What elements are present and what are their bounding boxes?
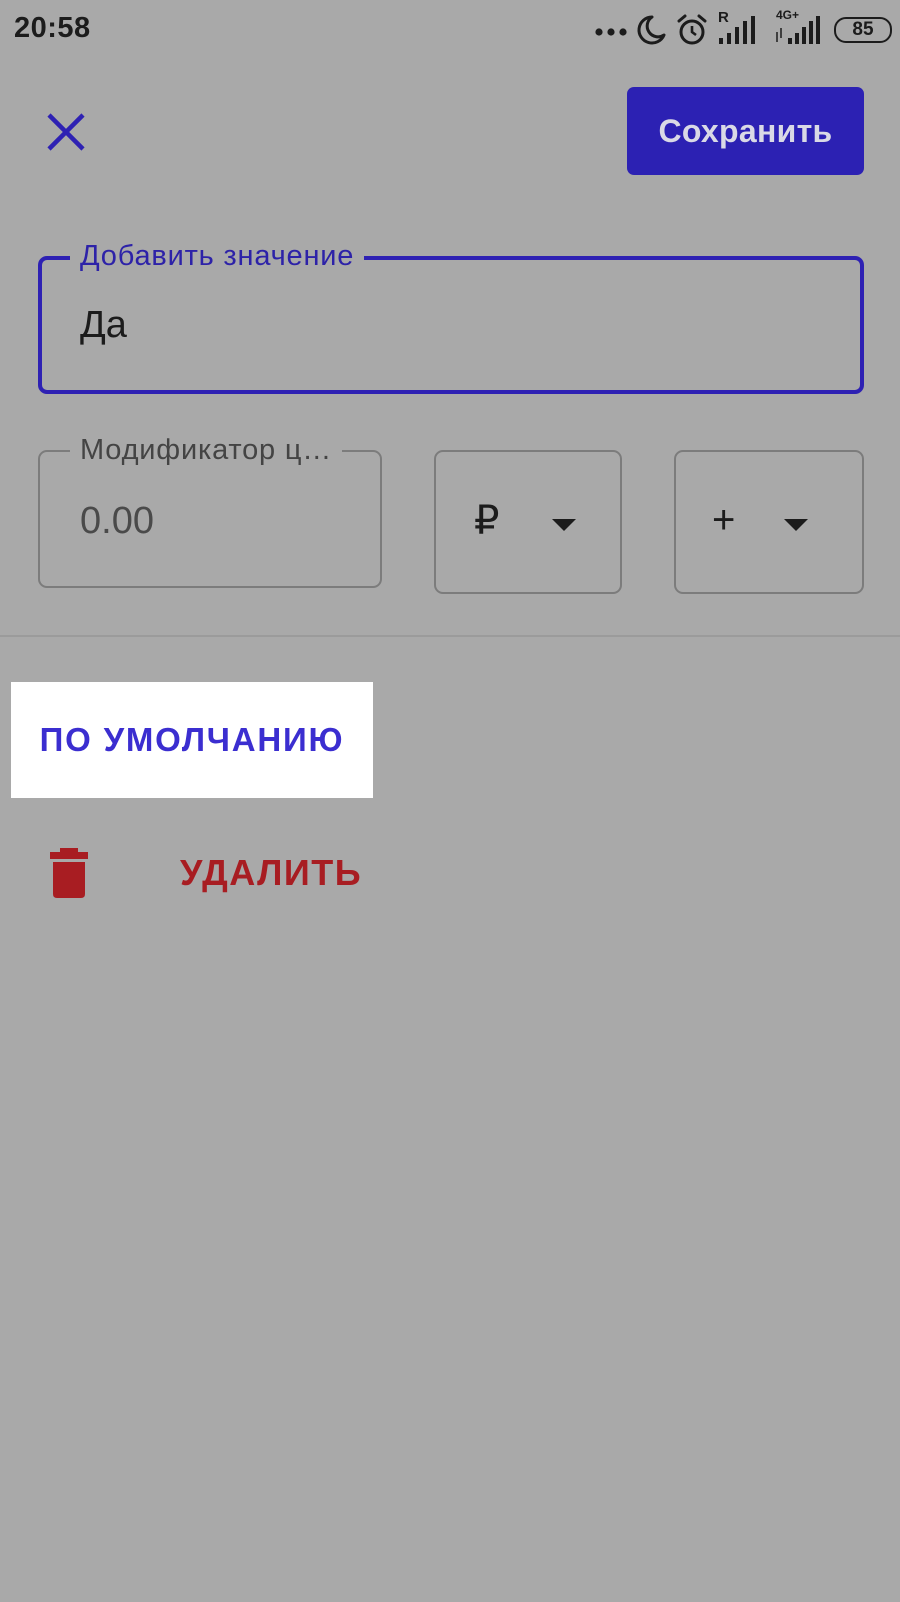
price-modifier-field[interactable]: Модификатор ц… 0.00 bbox=[38, 432, 382, 588]
sign-select-value: + bbox=[712, 498, 736, 542]
delete-label: УДАЛИТЬ bbox=[180, 852, 363, 893]
more-dots-icon bbox=[595, 28, 627, 36]
trash-icon bbox=[50, 848, 88, 898]
caret-down-icon bbox=[552, 519, 576, 531]
close-icon bbox=[47, 113, 85, 151]
caret-down-icon bbox=[784, 519, 808, 531]
status-icons: R 4G+ 85 bbox=[594, 8, 892, 50]
sign-select[interactable]: + bbox=[674, 450, 864, 594]
value-field-label: Добавить значение bbox=[70, 238, 365, 274]
currency-select-value: ₽ bbox=[474, 499, 500, 543]
save-button[interactable]: Сохранить bbox=[627, 87, 864, 175]
signal-roaming-icon: R bbox=[716, 9, 756, 48]
signal-4g-icon: 4G+ bbox=[774, 8, 824, 48]
price-modifier-label: Модификатор ц… bbox=[70, 432, 343, 468]
signal-bars-icon bbox=[719, 16, 755, 44]
value-field[interactable]: Добавить значение Да bbox=[38, 238, 864, 394]
value-field-text[interactable]: Да bbox=[80, 304, 127, 347]
set-default-button[interactable]: ПО УМОЛЧАНИЮ bbox=[11, 682, 373, 798]
signal-bars-4g-icon bbox=[776, 16, 820, 44]
close-button[interactable] bbox=[38, 104, 94, 160]
status-time: 20:58 bbox=[14, 12, 91, 44]
delete-button[interactable]: УДАЛИТЬ bbox=[0, 830, 420, 916]
battery-indicator: 85 bbox=[834, 17, 892, 43]
alarm-icon bbox=[677, 14, 707, 45]
price-modifier-value[interactable]: 0.00 bbox=[80, 500, 154, 543]
status-bar: 20:58 R 4G+ 85 bbox=[0, 0, 900, 60]
moon-icon bbox=[637, 15, 666, 45]
currency-select[interactable]: ₽ bbox=[434, 450, 622, 594]
divider bbox=[0, 635, 900, 637]
